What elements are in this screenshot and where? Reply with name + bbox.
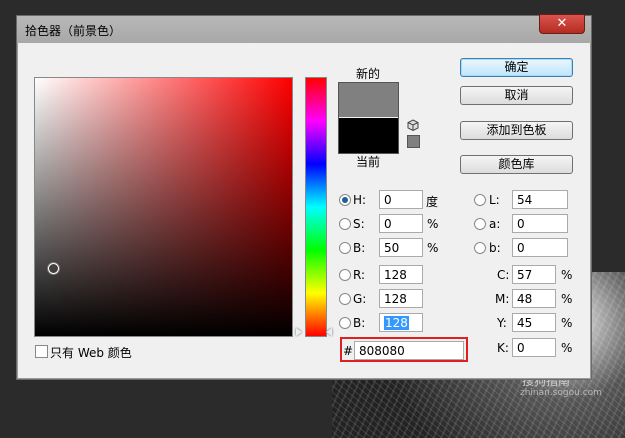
- brightness-label: B:: [353, 241, 366, 255]
- web-colors-only-label: 只有 Web 颜色: [50, 346, 132, 360]
- yellow-label: Y:: [497, 316, 507, 330]
- color-libraries-button[interactable]: 颜色库: [460, 155, 573, 174]
- current-color-label: 当前: [356, 155, 381, 169]
- green-field[interactable]: 128: [379, 289, 423, 308]
- magenta-unit: %: [561, 292, 573, 306]
- saturation-unit: %: [427, 217, 439, 231]
- red-radio[interactable]: [339, 269, 351, 281]
- magenta-label: M:: [495, 292, 510, 306]
- black-label: K:: [497, 341, 509, 355]
- blue-field-selected-text: 128: [384, 316, 409, 330]
- black-field[interactable]: 0: [512, 338, 556, 357]
- color-picker-dialog: 拾色器（前景色） ✕ 新的 当前 确定 取消 添加到色板 颜色库 H: 0 度 …: [16, 14, 592, 380]
- lightness-label: L:: [489, 193, 500, 207]
- red-label: R:: [353, 268, 366, 282]
- out-of-gamut-cube-icon[interactable]: [407, 119, 419, 131]
- saturation-brightness-field[interactable]: [34, 77, 293, 337]
- web-safe-swatch-icon[interactable]: [407, 135, 420, 148]
- brightness-field[interactable]: 50: [379, 238, 423, 257]
- yellow-unit: %: [561, 316, 573, 330]
- add-to-swatches-button[interactable]: 添加到色板: [460, 121, 573, 140]
- web-colors-only-checkbox[interactable]: [35, 345, 48, 358]
- new-color-swatch: [339, 83, 398, 117]
- brightness-radio[interactable]: [339, 242, 351, 254]
- b-channel-label: b:: [489, 241, 501, 255]
- hue-slider[interactable]: [305, 77, 327, 337]
- green-radio[interactable]: [339, 293, 351, 305]
- hue-radio[interactable]: [339, 194, 351, 206]
- dialog-title: 拾色器（前景色）: [25, 24, 122, 38]
- hex-field[interactable]: 808080: [354, 341, 464, 360]
- green-label: G:: [353, 292, 367, 306]
- cyan-unit: %: [561, 268, 573, 282]
- cyan-label: C:: [497, 268, 510, 282]
- saturation-radio[interactable]: [339, 218, 351, 230]
- blue-radio[interactable]: [339, 317, 351, 329]
- ok-button[interactable]: 确定: [460, 58, 573, 77]
- yellow-field[interactable]: 45: [512, 313, 556, 332]
- hex-prefix: #: [343, 344, 354, 358]
- blue-label: B:: [353, 316, 366, 330]
- hue-slider-handle-left[interactable]: [296, 328, 302, 336]
- color-picker-marker[interactable]: [48, 263, 59, 274]
- a-channel-radio[interactable]: [474, 218, 486, 230]
- b-channel-radio[interactable]: [474, 242, 486, 254]
- saturation-label: S:: [353, 217, 365, 231]
- current-color-swatch[interactable]: [339, 118, 398, 153]
- brightness-unit: %: [427, 241, 439, 255]
- a-channel-field[interactable]: 0: [512, 214, 568, 233]
- hue-label: H:: [353, 193, 367, 207]
- hue-field[interactable]: 0: [379, 190, 423, 209]
- cyan-field[interactable]: 57: [512, 265, 556, 284]
- b-channel-field[interactable]: 0: [512, 238, 568, 257]
- blue-field[interactable]: 128: [379, 313, 423, 332]
- new-color-label: 新的: [356, 67, 381, 81]
- lightness-radio[interactable]: [474, 194, 486, 206]
- black-unit: %: [561, 341, 573, 355]
- cancel-button[interactable]: 取消: [460, 86, 573, 105]
- magenta-field[interactable]: 48: [512, 289, 556, 308]
- lightness-field[interactable]: 54: [512, 190, 568, 209]
- hue-unit: 度: [426, 195, 439, 209]
- color-preview: [338, 82, 399, 154]
- a-channel-label: a:: [489, 217, 501, 231]
- title-bar: 拾色器（前景色） ✕: [17, 14, 591, 43]
- saturation-field[interactable]: 0: [379, 214, 423, 233]
- watermark-url: zhinan.sogou.com: [520, 388, 602, 398]
- close-button[interactable]: ✕: [539, 14, 585, 34]
- red-field[interactable]: 128: [379, 265, 423, 284]
- hue-slider-handle-right[interactable]: [326, 328, 332, 336]
